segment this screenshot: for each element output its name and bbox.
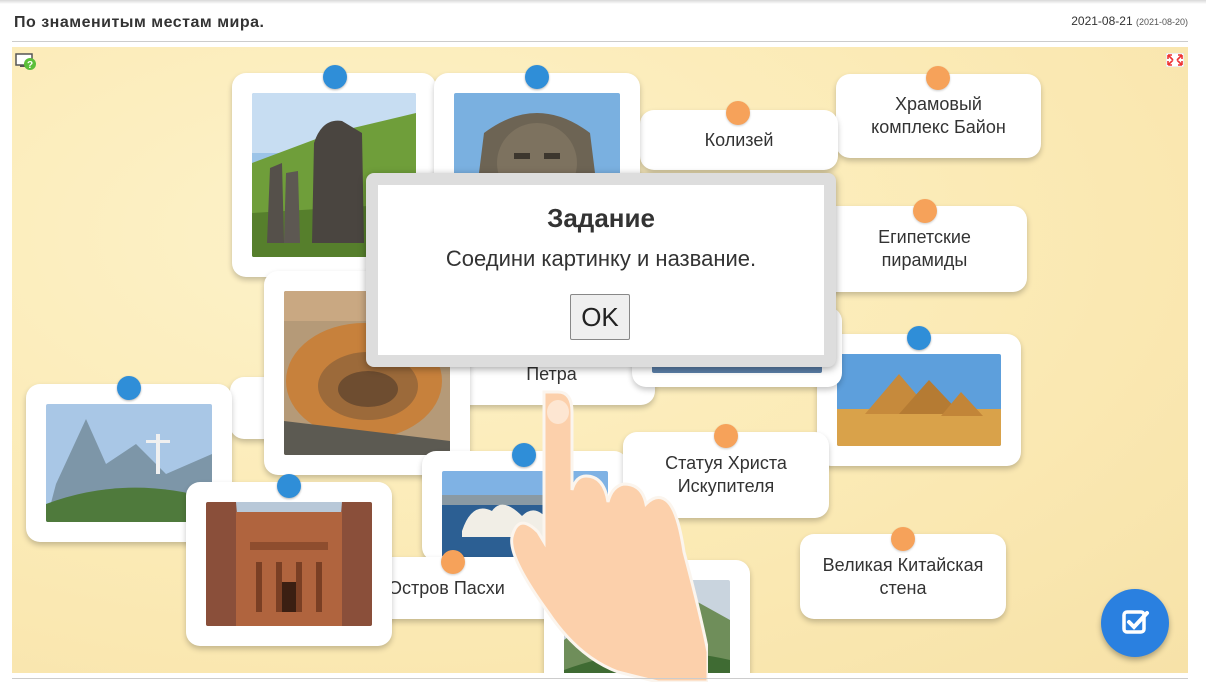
header-divider [12,41,1188,42]
check-icon [1122,610,1149,634]
top-shadow [0,0,1206,4]
card-bayon-pin[interactable] [525,65,549,89]
date-stamp: 2021-08-21 (2021-08-20) [1071,14,1188,28]
photo-petra [206,502,372,626]
label-great-wall-pin[interactable] [891,527,915,551]
label-colosseum-pin[interactable] [726,101,750,125]
task-modal: Задание Соедини картинку и название. OK [366,173,836,367]
task-modal-body: Задание Соедини картинку и название. OK [378,185,824,355]
ok-button[interactable]: OK [570,294,630,340]
fullscreen-icon[interactable] [1166,53,1184,67]
task-modal-text: Соедини картинку и название. [445,246,757,271]
card-pyramids-pin[interactable] [907,326,931,350]
label-great-wall-text: Великая Китайская стена [822,554,984,598]
label-christ-pin[interactable] [714,424,738,448]
check-button[interactable] [1101,589,1169,657]
label-colosseum-text: Колизей [704,129,774,150]
label-bayon-pin[interactable] [926,66,950,90]
label-easter-island-text: Остров Пасхи [388,577,505,598]
label-easter-island-pin[interactable] [441,550,465,574]
help-icon[interactable]: ? [15,51,37,73]
card-petra[interactable] [186,482,392,646]
pointing-hand-icon [510,390,708,682]
page-title: По знаменитым местам мира. [14,14,265,31]
label-pyramids-pin[interactable] [913,199,937,223]
footer-divider [12,678,1188,679]
card-petra-pin[interactable] [277,474,301,498]
date-main: 2021-08-21 [1071,14,1133,28]
task-modal-title: Задание [547,203,655,233]
label-pyramids-text: Египетские пирамиды [878,227,971,270]
card-pyramids[interactable] [817,334,1021,466]
card-christ-pin[interactable] [117,376,141,400]
card-easter-island-pin[interactable] [323,65,347,89]
label-bayon-text: Храмовый комплекс Байон [871,94,1006,137]
date-small: (2021-08-20) [1135,17,1188,27]
photo-pyramids [837,354,1001,446]
svg-text:?: ? [27,60,33,71]
